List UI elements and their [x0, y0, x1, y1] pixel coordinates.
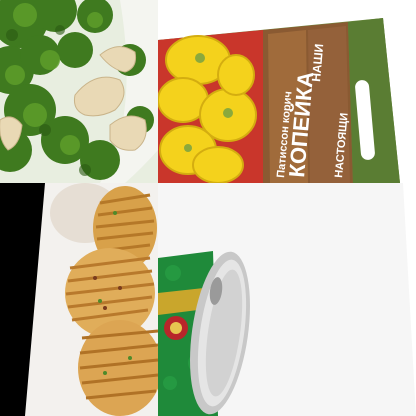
baked-potato-image — [0, 183, 158, 416]
baked-potato-photo — [0, 183, 158, 416]
seed-packet-photo: КОПЕЙКА Патиссон корич НАШИ НАСТОЯЩИ — [158, 0, 416, 183]
broccoli-salad-photo — [0, 0, 158, 183]
green-can-image — [158, 183, 416, 416]
green-can-photo — [158, 183, 416, 416]
broccoli-salad-image — [0, 0, 158, 183]
seed-packet-image: КОПЕЙКА Патиссон корич НАШИ НАСТОЯЩИ — [158, 0, 416, 183]
